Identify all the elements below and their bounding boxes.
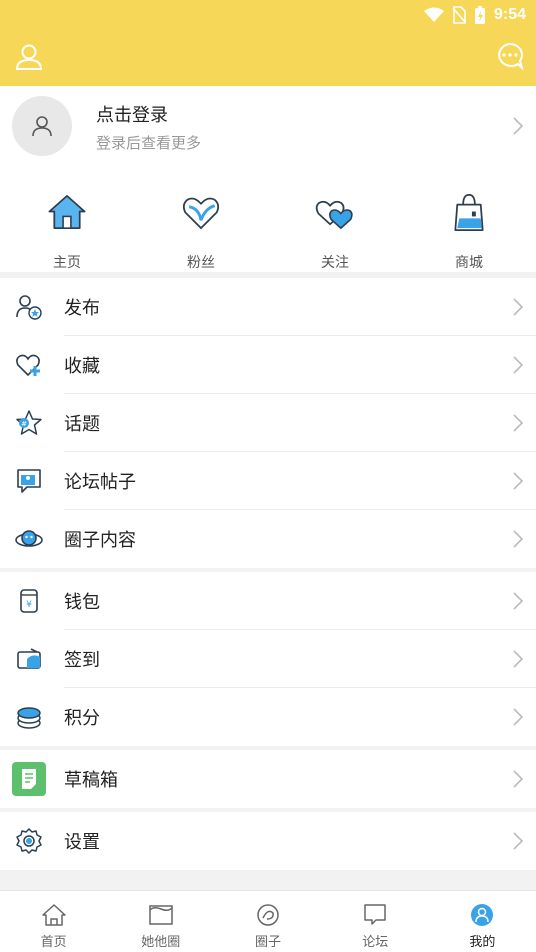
menu-item-circle-content[interactable]: 圈子内容 <box>0 510 536 568</box>
chevron-right-icon <box>513 832 524 850</box>
avatar-placeholder-icon <box>32 116 52 137</box>
menu-item-label: 收藏 <box>64 356 100 377</box>
home-tab-icon <box>41 904 66 926</box>
circle-tab-icon <box>257 904 279 926</box>
menu-group-content: 发布 收藏 # 话题 论坛帖子 圈子内容 <box>0 278 536 568</box>
chat-bubble-icon[interactable] <box>496 42 524 70</box>
tab-square[interactable]: 她他圈 <box>107 891 214 952</box>
menu-item-publish[interactable]: 发布 <box>0 278 536 336</box>
battery-charging-icon <box>474 6 485 24</box>
menu-item-label: 签到 <box>64 650 100 671</box>
quick-action-follow[interactable]: 关注 <box>268 166 402 272</box>
status-bar: 9:54 <box>423 4 526 26</box>
menu-item-drafts[interactable]: 草稿箱 <box>0 750 536 808</box>
menu-item-sign-in[interactable]: 签到 <box>0 630 536 688</box>
shopping-bag-icon <box>454 194 484 231</box>
status-time: 9:54 <box>493 6 526 23</box>
chevron-right-icon <box>513 298 524 316</box>
menu-item-favorites[interactable]: 收藏 <box>0 336 536 394</box>
menu-item-label: 话题 <box>64 414 100 435</box>
tab-me[interactable]: 我的 <box>429 891 536 952</box>
no-sim-icon <box>452 6 466 24</box>
menu-group-drafts: 草稿箱 <box>0 750 536 808</box>
menu-item-topics[interactable]: # 话题 <box>0 394 536 452</box>
menu-item-points[interactable]: 积分 <box>0 688 536 746</box>
svg-text:¥: ¥ <box>26 600 32 610</box>
menu-group-account: ¥ 钱包 签到 积分 <box>0 572 536 746</box>
forum-post-icon <box>17 469 41 493</box>
menu-item-label: 圈子内容 <box>64 530 136 551</box>
quick-action-fans[interactable]: 粉丝 <box>134 166 268 272</box>
tab-label: 论坛 <box>362 935 389 950</box>
login-title[interactable]: 点击登录 <box>96 101 168 127</box>
tab-label: 圈子 <box>255 935 282 950</box>
menu-item-wallet[interactable]: ¥ 钱包 <box>0 572 536 630</box>
chevron-right-icon <box>513 592 524 610</box>
points-icon <box>17 707 41 729</box>
tab-label: 首页 <box>40 935 67 950</box>
publish-icon <box>16 295 42 320</box>
quick-action-label: 关注 <box>321 255 349 271</box>
topic-icon: # <box>16 410 42 435</box>
chevron-right-icon <box>513 708 524 726</box>
wifi-icon <box>423 7 444 22</box>
chevron-right-icon <box>513 472 524 490</box>
menu-item-label: 设置 <box>64 832 100 853</box>
quick-action-label: 主页 <box>53 255 81 271</box>
menu-item-label: 发布 <box>64 298 100 319</box>
chevron-right-icon <box>513 530 524 548</box>
menu-item-label: 积分 <box>64 708 100 729</box>
sign-in-icon <box>17 648 41 669</box>
chevron-right-icon <box>513 650 524 668</box>
quick-actions: 主页 粉丝 关注 商城 <box>0 166 536 272</box>
drafts-icon <box>12 762 46 796</box>
double-heart-icon <box>315 200 353 230</box>
quick-action-mall[interactable]: 商城 <box>402 166 536 272</box>
tab-home[interactable]: 首页 <box>0 891 107 952</box>
quick-action-label: 商城 <box>455 255 483 271</box>
tab-label: 我的 <box>469 935 496 950</box>
circle-content-icon <box>15 530 43 547</box>
top-header: 9:54 <box>0 0 536 86</box>
menu-group-settings: 设置 <box>0 812 536 870</box>
tab-forum[interactable]: 论坛 <box>322 891 429 952</box>
chevron-right-icon <box>513 117 524 135</box>
quick-action-label: 粉丝 <box>187 255 215 271</box>
tab-circle[interactable]: 圈子 <box>214 891 321 952</box>
menu-item-label: 草稿箱 <box>64 770 118 791</box>
home-icon <box>48 195 86 230</box>
settings-icon <box>16 828 42 854</box>
svg-text:#: # <box>21 420 27 428</box>
user-icon[interactable] <box>14 42 44 72</box>
avatar[interactable] <box>12 96 72 156</box>
heart-icon <box>182 197 220 230</box>
menu-item-settings[interactable]: 设置 <box>0 812 536 870</box>
bottom-tab-bar: 首页 她他圈 圈子 论坛 我的 <box>0 890 536 952</box>
menu-item-label: 论坛帖子 <box>64 472 136 493</box>
quick-action-home[interactable]: 主页 <box>0 166 134 272</box>
me-tab-icon <box>471 904 494 926</box>
chevron-right-icon <box>513 770 524 788</box>
favorite-icon <box>16 354 40 377</box>
chevron-right-icon <box>513 414 524 432</box>
wallet-icon: ¥ <box>20 589 38 613</box>
chevron-right-icon <box>513 356 524 374</box>
menu-item-label: 钱包 <box>64 592 100 613</box>
login-card[interactable]: 点击登录 登录后查看更多 <box>0 86 536 166</box>
login-subtitle: 登录后查看更多 <box>96 134 202 152</box>
forum-tab-icon <box>364 904 386 925</box>
square-tab-icon <box>149 905 173 925</box>
menu-item-forum-posts[interactable]: 论坛帖子 <box>0 452 536 510</box>
tab-label: 她他圈 <box>141 935 181 950</box>
